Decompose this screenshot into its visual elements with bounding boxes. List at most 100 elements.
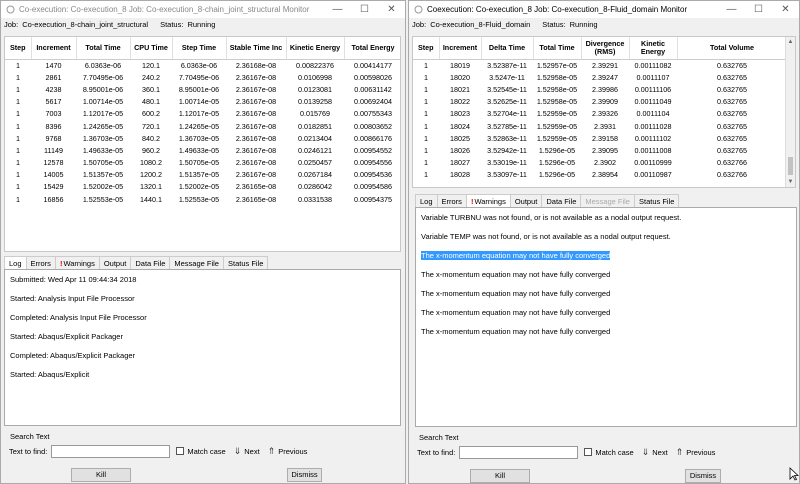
tab-data-file[interactable]: Data File [541,194,582,207]
table-row[interactable]: 1 1470 6.0363e-06 120.1 6.0363e-06 2.36168e-0… [5,59,400,71]
table-row[interactable]: 1 18027 3.53019e-11 1.5296e-05 2.3902 0.00110… [413,157,787,169]
table-row[interactable]: 1 7003 1.12017e-05 600.2 1.12017e-05 2.36167e… [5,108,400,120]
column-header[interactable]: Increment [439,37,482,60]
log-line: Started: Abaqus/Explicit Packager [5,331,400,350]
table-row[interactable]: 1 11149 1.49633e-05 960.2 1.49633e-05 2.36167… [5,144,400,156]
table-row[interactable]: 1 4238 8.95001e-06 360.1 8.95001e-06 2.36167e… [5,83,400,95]
scroll-down-icon[interactable]: ▼ [786,177,795,187]
find-row: Text to find: Match case ⇓ Next ⇑ Previous [9,444,307,458]
column-header[interactable]: CPU Time [130,37,173,60]
tab-message-file[interactable]: Message File [580,194,635,207]
title-bar[interactable]: Co-execution: Co-execution_8 Job: Co-exe… [1,1,405,18]
table-scrollbar[interactable]: ▲ ▼ [785,37,795,187]
scroll-thumb[interactable] [788,157,793,175]
table-cell: 14005 [43,170,64,180]
tab-output[interactable]: Output [509,194,543,207]
column-header[interactable]: Step [5,37,32,60]
tab-status-file[interactable]: Status File [633,194,680,207]
tab-errors[interactable]: Errors [436,194,467,207]
table-cell: 0.00822376 [296,60,334,70]
maximize-icon[interactable]: ☐ [351,4,378,15]
column-header[interactable]: Step Time [172,37,227,60]
dismiss-button[interactable]: Dismiss [287,468,322,482]
column-header[interactable]: Delta Time [481,37,534,60]
previous-button[interactable]: ⇑ Previous [676,447,716,458]
table-cell: 0.632765 [717,121,747,131]
previous-button[interactable]: ⇑ Previous [268,446,308,457]
table-row[interactable]: 1 18026 3.52942e-11 1.5296e-05 2.39095 0.0011… [413,144,787,156]
log-text-area[interactable]: Submitted: Wed Apr 11 09:44:34 2018 Start… [4,269,401,426]
table-cell: 9768 [45,133,62,143]
search-input[interactable] [459,445,579,459]
next-button[interactable]: ⇓ Next [642,447,668,458]
column-header[interactable]: Total Volume [677,37,788,60]
tab-log[interactable]: Log [415,194,438,207]
tab-label: Output [103,259,127,268]
table-row[interactable]: 1 18020 3.5247e-11 1.52958e-05 2.39247 0.0011… [413,71,787,83]
tab-warnings[interactable]: !Warnings [54,256,100,269]
table-row[interactable]: 1 18028 3.53097e-11 1.5296e-05 2.38954 0.0011… [413,169,787,181]
column-header[interactable]: Kinetic Energy [286,37,345,60]
column-header[interactable]: Increment [31,37,77,60]
minimize-icon[interactable]: — [324,4,351,15]
table-cell: 7.70495e-06 [178,72,220,82]
table-row[interactable]: 1 9768 1.36703e-05 840.2 1.36703e-05 2.36167e… [5,132,400,144]
next-button[interactable]: ⇓ Next [234,446,260,457]
tab-status-file[interactable]: Status File [222,256,269,269]
table-row[interactable]: 1 18023 3.52704e-11 1.52959e-05 2.39326 0.001… [413,108,787,120]
column-header[interactable]: Kinetic Energy [629,37,678,60]
match-case-checkbox[interactable] [176,447,185,455]
tab-warnings[interactable]: !Warnings [465,194,511,207]
kill-button[interactable]: Kill [470,469,530,483]
table-row[interactable]: 1 18025 3.52863e-11 1.52959e-05 2.39158 0.001… [413,132,787,144]
table-cell: 1 [424,60,428,70]
column-header[interactable]: Total Time [76,37,131,60]
log-text-area[interactable]: Variable TURBNU was not found, or is not… [415,207,797,427]
table-row[interactable]: 1 2861 7.70495e-06 240.2 7.70495e-06 2.36167e… [5,71,400,83]
column-header[interactable]: Total Energy [344,37,400,60]
column-header[interactable]: Total Time [533,37,582,60]
table-row[interactable]: 1 14005 1.51357e-05 1200.2 1.51357e-05 2.3616… [5,169,400,181]
table-cell: 2.39158 [592,133,618,143]
scroll-up-icon[interactable]: ▲ [786,37,795,47]
table-cell: 1.00714e-05 [178,97,220,107]
table-cell: 600.2 [142,109,160,119]
table-row[interactable]: 1 16856 1.52553e-05 1440.1 1.52553e-05 2.3616… [5,193,400,205]
table-cell: 0.00803652 [354,121,392,131]
close-icon[interactable]: ✕ [378,4,405,15]
table-row[interactable]: 1 15429 1.52002e-05 1320.1 1.52002e-05 2.3616… [5,181,400,193]
tab-log[interactable]: Log [4,256,27,269]
table-cell: 0.00111082 [634,60,672,70]
tab-output[interactable]: Output [98,256,132,269]
table-cell: 1470 [45,60,62,70]
table-row[interactable]: 1 18022 3.52625e-11 1.52958e-05 2.39909 0.001… [413,96,787,108]
table-row[interactable]: 1 8396 1.24265e-05 720.1 1.24265e-05 2.36167e… [5,120,400,132]
column-header[interactable]: Step [413,37,440,60]
increment-table[interactable]: Step Increment Delta Time Total Time Diverge… [412,36,796,188]
column-header[interactable]: Stable Time Inc [226,37,287,60]
minimize-icon[interactable]: — [718,4,745,15]
table-row[interactable]: 1 18024 3.52785e-11 1.52959e-05 2.3931 0.0011… [413,120,787,132]
match-case-checkbox[interactable] [584,448,593,456]
increment-table[interactable]: Step Increment Total Time CPU Time Step Time… [4,36,401,252]
search-input[interactable] [51,444,171,458]
table-cell: 0.0106998 [298,72,332,82]
table-row[interactable]: 1 12578 1.50705e-05 1080.2 1.50705e-05 2.3616… [5,157,400,169]
table-row[interactable]: 1 18019 3.52387e-11 1.52957e-05 2.39291 0.001… [413,59,787,71]
table-cell: 2.36167e-08 [235,170,277,180]
tab-label: Warnings [474,197,506,206]
table-cell: 0.00954536 [354,170,392,180]
table-row[interactable]: 1 5617 1.00714e-05 480.1 1.00714e-05 2.36167e… [5,96,400,108]
close-icon[interactable]: ✕ [772,4,799,15]
table-cell: 2.39986 [592,84,618,94]
maximize-icon[interactable]: ☐ [745,4,772,15]
tab-errors[interactable]: Errors [25,256,56,269]
table-row[interactable]: 1 18021 3.52545e-11 1.52958e-05 2.39986 0.001… [413,83,787,95]
title-bar[interactable]: Coexecution: Co-execution_8 Job: Co-exec… [409,1,799,18]
tab-message-file[interactable]: Message File [169,256,224,269]
log-line-text: Variable TEMP was not found, or is not a… [421,232,671,241]
kill-button[interactable]: Kill [71,468,131,482]
dismiss-button[interactable]: Dismiss [685,469,721,483]
tab-data-file[interactable]: Data File [130,256,171,269]
column-header[interactable]: Divergence (RMS) [581,37,630,60]
